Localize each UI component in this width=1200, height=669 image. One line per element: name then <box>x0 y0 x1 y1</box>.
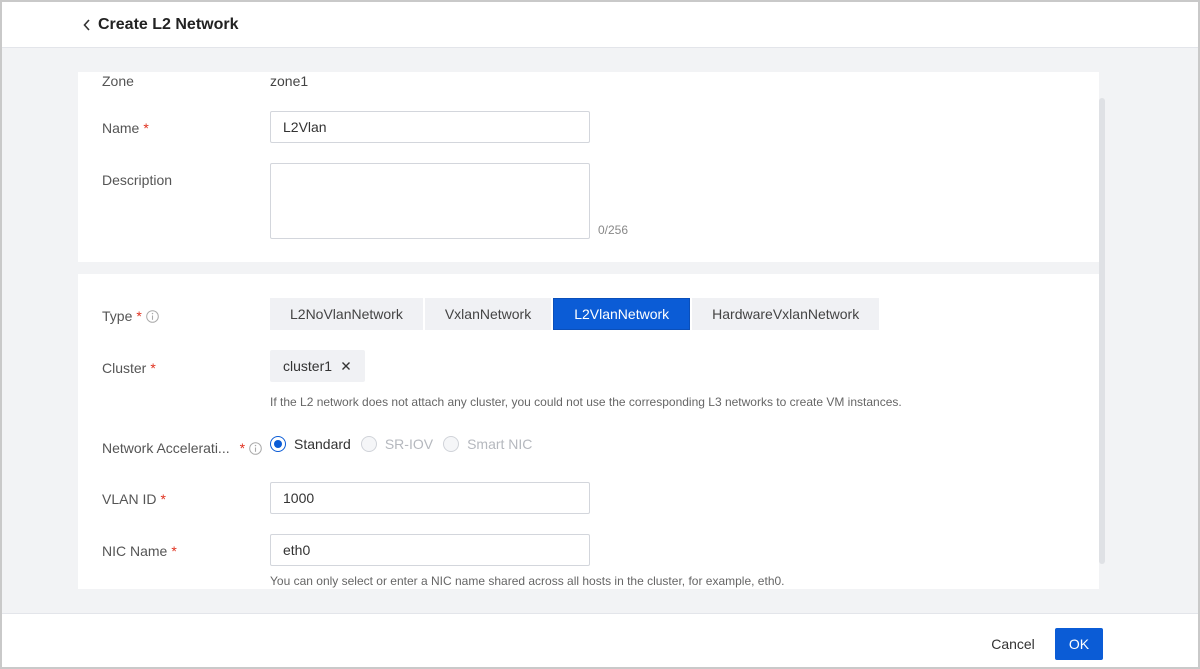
description-label: Description <box>102 172 173 188</box>
vlan-id-input[interactable] <box>270 482 590 514</box>
network-config-card: Type * L2NoVlanNetwork VxlanNetwork L2Vla… <box>78 274 1099 589</box>
name-label: Name * <box>102 120 149 136</box>
type-option-vxlan[interactable]: VxlanNetwork <box>424 298 552 330</box>
nic-name-hint: You can only select or enter a NIC name … <box>270 574 785 588</box>
radio-circle <box>443 436 460 452</box>
cluster-hint: If the L2 network does not attach any cl… <box>270 395 902 409</box>
radio-circle <box>360 436 377 452</box>
description-counter: 0/256 <box>598 223 629 237</box>
info-icon[interactable] <box>249 442 262 458</box>
radio-label: SR-IOV <box>384 436 434 452</box>
ok-button[interactable]: OK <box>1055 628 1103 660</box>
close-icon[interactable] <box>341 361 351 371</box>
form-area: Zone zone1 Name* Description 0/256 Type*… <box>2 48 1198 613</box>
cluster-label: Cluster * <box>102 360 156 376</box>
acceleration-radio-group: Standard SR-IOV Smart NIC <box>270 436 542 452</box>
nic-name-label: NIC Name * <box>102 543 177 559</box>
type-selector: L2NoVlanNetwork VxlanNetwork L2VlanNetwo… <box>270 298 880 330</box>
type-label: Type * <box>102 308 159 326</box>
cancel-button[interactable]: Cancel <box>976 628 1050 660</box>
required-mark: * <box>143 120 149 136</box>
required-mark: * <box>171 543 177 559</box>
page-title: Create L2 Network <box>98 15 239 33</box>
basic-info-card: Zone zone1 Name* Description 0/256 <box>78 72 1099 262</box>
chevron-left-icon[interactable] <box>80 18 94 32</box>
info-icon[interactable] <box>146 310 159 326</box>
radio-sr-iov[interactable]: SR-IOV <box>360 436 434 452</box>
required-mark: * <box>150 360 156 376</box>
zone-value: zone1 <box>270 73 309 89</box>
required-mark: * <box>239 440 246 456</box>
radio-label: Standard <box>294 436 351 452</box>
type-option-l2vlan[interactable]: L2VlanNetwork <box>553 298 691 330</box>
vlan-id-label: VLAN ID * <box>102 491 166 507</box>
cluster-tag: cluster1 <box>270 350 366 382</box>
scrollbar[interactable] <box>1099 98 1105 564</box>
description-textarea[interactable] <box>270 163 590 239</box>
zone-label: Zone <box>102 73 134 89</box>
radio-standard[interactable]: Standard <box>270 436 351 452</box>
page-header: Create L2 Network <box>2 2 1198 48</box>
radio-smart-nic[interactable]: Smart NIC <box>443 436 532 452</box>
name-input[interactable] <box>270 111 590 143</box>
dialog-footer: Cancel OK <box>2 613 1198 667</box>
cluster-tag-label: cluster1 <box>283 358 333 374</box>
radio-label: Smart NIC <box>467 436 533 452</box>
dialog-frame: Create L2 Network Zone zone1 Name* Descr… <box>0 0 1200 669</box>
nic-name-input[interactable] <box>270 534 590 566</box>
required-mark: * <box>136 308 142 324</box>
type-option-hardwarevxlan[interactable]: HardwareVxlanNetwork <box>692 298 880 330</box>
acceleration-label: Network Accelerati... * <box>102 440 262 458</box>
required-mark: * <box>160 491 166 507</box>
radio-circle <box>270 436 286 452</box>
type-option-l2novlan[interactable]: L2NoVlanNetwork <box>270 298 423 330</box>
